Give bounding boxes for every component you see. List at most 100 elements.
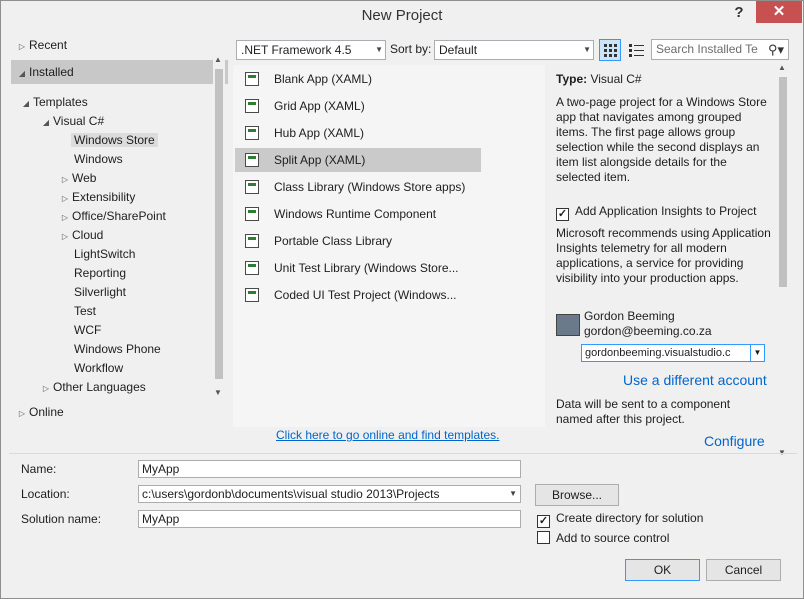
template-item-unit-test-library[interactable]: Unit Test Library (Windows Store... <box>235 256 481 280</box>
sort-dropdown[interactable]: Default ▼ <box>434 40 594 60</box>
name-label: Name: <box>21 462 57 476</box>
tree-item-silverlight[interactable]: Silverlight <box>74 283 126 302</box>
tree-item-label: Visual C# <box>53 114 105 128</box>
tree-scrollbar[interactable]: ▲ ▼ <box>213 55 225 397</box>
ok-button[interactable]: OK <box>625 559 700 581</box>
chevron-down-icon: ▼ <box>375 45 383 54</box>
title-bar: New Project ? ✕ <box>1 1 803 31</box>
configure-link[interactable]: Configure <box>704 433 765 449</box>
template-item-coded-ui-test[interactable]: Coded UI Test Project (Windows... <box>235 283 481 307</box>
tree-item-extensibility[interactable]: ▷ Extensibility <box>58 188 135 207</box>
source-control-checkbox[interactable] <box>537 531 550 544</box>
list-view-button[interactable] <box>625 39 647 61</box>
insights-checkbox-row[interactable]: ✓ Add Application Insights to Project <box>556 204 781 221</box>
sort-by-label: Sort by: <box>390 42 432 56</box>
search-input[interactable]: Search Installed Te ⚲▾ <box>651 39 789 60</box>
tree-item-templates[interactable]: ◢ Templates <box>19 93 88 112</box>
expand-arrow-icon: ▷ <box>42 384 50 393</box>
expand-arrow-icon: ▷ <box>18 42 26 51</box>
template-item-split-app[interactable]: Split App (XAML) <box>235 148 481 172</box>
create-directory-label: Create directory for solution <box>556 511 704 525</box>
user-email: gordon@beeming.co.za <box>584 324 712 338</box>
collapse-arrow-icon: ◢ <box>42 118 50 127</box>
expand-arrow-icon: ▷ <box>61 175 69 184</box>
xaml-app-icon <box>245 99 259 113</box>
cancel-button[interactable]: Cancel <box>706 559 781 581</box>
tree-item-label: Installed <box>29 65 74 79</box>
tree-item-web[interactable]: ▷ Web <box>58 169 97 188</box>
type-label: Type: <box>556 72 588 86</box>
online-templates-link[interactable]: Click here to go online and find templat… <box>276 428 499 442</box>
coded-ui-test-icon <box>245 288 259 302</box>
tree-scroll-thumb[interactable] <box>215 69 223 379</box>
tree-item-label: Office/SharePoint <box>72 209 166 223</box>
class-library-icon <box>245 180 259 194</box>
tree-item-office-sharepoint[interactable]: ▷ Office/SharePoint <box>58 207 166 226</box>
create-directory-row[interactable]: ✓ Create directory for solution <box>537 511 703 528</box>
template-item-class-library[interactable]: Class Library (Windows Store apps) <box>235 175 481 199</box>
framework-dropdown[interactable]: .NET Framework 4.5 ▼ <box>236 40 386 60</box>
tree-item-visual-csharp[interactable]: ◢ Visual C# <box>39 112 104 131</box>
new-project-dialog: New Project ? ✕ ▷ Recent ◢ Installed ◢ Temp… <box>0 0 804 599</box>
tree-item-workflow[interactable]: Workflow <box>74 359 123 378</box>
portable-library-icon <box>245 234 259 248</box>
tree-item-reporting[interactable]: Reporting <box>74 264 126 283</box>
tree-item-recent[interactable]: ▷ Recent <box>15 36 67 55</box>
template-label: Grid App (XAML) <box>274 99 365 113</box>
tree-item-label: Test <box>74 304 97 318</box>
source-control-label: Add to source control <box>556 531 670 545</box>
tree-item-label: Other Languages <box>53 380 146 394</box>
name-field[interactable]: MyApp <box>138 460 521 478</box>
chevron-down-icon: ▼ <box>750 345 764 361</box>
template-label: Split App (XAML) <box>274 153 366 167</box>
window-title: New Project <box>361 7 443 24</box>
template-type: Type: Visual C# <box>556 72 771 87</box>
grid-view-icon <box>604 44 617 57</box>
location-combo[interactable]: c:\users\gordonb\documents\visual studio… <box>138 485 521 503</box>
solution-name-label: Solution name: <box>21 512 102 526</box>
scroll-up-icon[interactable]: ▲ <box>778 63 786 72</box>
tree-item-label: Web <box>72 171 97 185</box>
template-label: Coded UI Test Project (Windows... <box>274 288 457 302</box>
search-icon[interactable]: ⚲▾ <box>768 40 784 59</box>
tree-item-windows-phone[interactable]: Windows Phone <box>74 340 161 359</box>
template-item-hub-app[interactable]: Hub App (XAML) <box>235 121 481 145</box>
tree-item-windows[interactable]: Windows <box>74 150 123 169</box>
solution-name-field[interactable]: MyApp <box>138 510 521 528</box>
tree-item-label: Windows Store <box>71 133 158 147</box>
scroll-up-icon[interactable]: ▲ <box>214 55 222 64</box>
info-scrollbar[interactable]: ▲ ▼ <box>777 63 789 457</box>
info-scroll-thumb[interactable] <box>779 77 787 287</box>
form-separator <box>9 453 797 454</box>
tree-item-cloud[interactable]: ▷ Cloud <box>58 226 103 245</box>
help-button[interactable]: ? <box>729 4 749 24</box>
expand-arrow-icon: ▷ <box>18 409 26 418</box>
tree-item-wcf[interactable]: WCF <box>74 321 101 340</box>
insights-checkbox[interactable]: ✓ <box>556 208 569 221</box>
close-button[interactable]: ✕ <box>756 1 802 23</box>
grid-view-button[interactable] <box>599 39 621 61</box>
tree-item-label: Recent <box>29 38 68 52</box>
browse-button[interactable]: Browse... <box>535 484 619 506</box>
account-dropdown[interactable]: gordonbeeming.visualstudio.c ▼ <box>581 344 765 362</box>
create-directory-checkbox[interactable]: ✓ <box>537 515 550 528</box>
tree-item-windows-store[interactable]: Windows Store <box>71 131 158 150</box>
tree-item-other-languages[interactable]: ▷ Other Languages <box>39 378 146 397</box>
location-label: Location: <box>21 487 70 501</box>
tree-item-installed[interactable]: ◢ Installed <box>15 63 74 82</box>
tree-item-label: Windows Phone <box>74 342 161 356</box>
tree-item-test[interactable]: Test <box>74 302 96 321</box>
template-item-grid-app[interactable]: Grid App (XAML) <box>235 94 481 118</box>
scroll-down-icon[interactable]: ▼ <box>214 388 222 397</box>
tree-item-online[interactable]: ▷ Online <box>15 403 64 422</box>
unit-test-icon <box>245 261 259 275</box>
template-item-runtime-component[interactable]: Windows Runtime Component <box>235 202 481 226</box>
template-item-portable-class-library[interactable]: Portable Class Library <box>235 229 481 253</box>
chevron-down-icon: ▼ <box>509 489 517 498</box>
xaml-app-icon <box>245 72 259 86</box>
source-control-row[interactable]: Add to source control <box>537 531 669 545</box>
location-value: c:\users\gordonb\documents\visual studio… <box>142 487 440 501</box>
template-item-blank-app[interactable]: Blank App (XAML) <box>235 67 481 91</box>
different-account-link[interactable]: Use a different account <box>623 372 767 388</box>
tree-item-lightswitch[interactable]: LightSwitch <box>74 245 135 264</box>
